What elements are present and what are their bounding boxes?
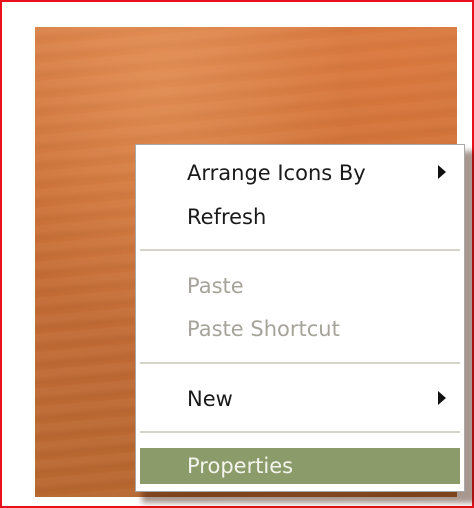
menu-item-label: Properties xyxy=(187,454,294,478)
menu-item-label: Arrange Icons By xyxy=(187,161,366,185)
desktop-context-menu: Arrange Icons By Refresh Paste Paste Sho… xyxy=(135,144,465,492)
menu-item-label: Refresh xyxy=(187,205,267,229)
menu-separator xyxy=(140,249,460,251)
menu-item-paste-shortcut[interactable]: Paste Shortcut xyxy=(140,311,460,347)
chevron-right-icon xyxy=(438,165,446,179)
menu-item-paste[interactable]: Paste xyxy=(140,268,460,304)
menu-item-properties[interactable]: Properties xyxy=(140,448,460,484)
menu-item-label: Paste xyxy=(187,274,244,298)
menu-separator xyxy=(140,362,460,364)
desktop-background[interactable]: Arrange Icons By Refresh Paste Paste Sho… xyxy=(35,27,474,503)
chevron-right-icon xyxy=(438,391,446,405)
menu-item-arrange-icons-by[interactable]: Arrange Icons By xyxy=(140,155,460,191)
menu-item-label: Paste Shortcut xyxy=(187,317,340,341)
menu-item-label: New xyxy=(187,387,233,411)
menu-separator xyxy=(140,431,460,433)
menu-item-refresh[interactable]: Refresh xyxy=(140,199,460,235)
menu-item-new[interactable]: New xyxy=(140,381,460,417)
screenshot-frame: Arrange Icons By Refresh Paste Paste Sho… xyxy=(0,0,474,508)
